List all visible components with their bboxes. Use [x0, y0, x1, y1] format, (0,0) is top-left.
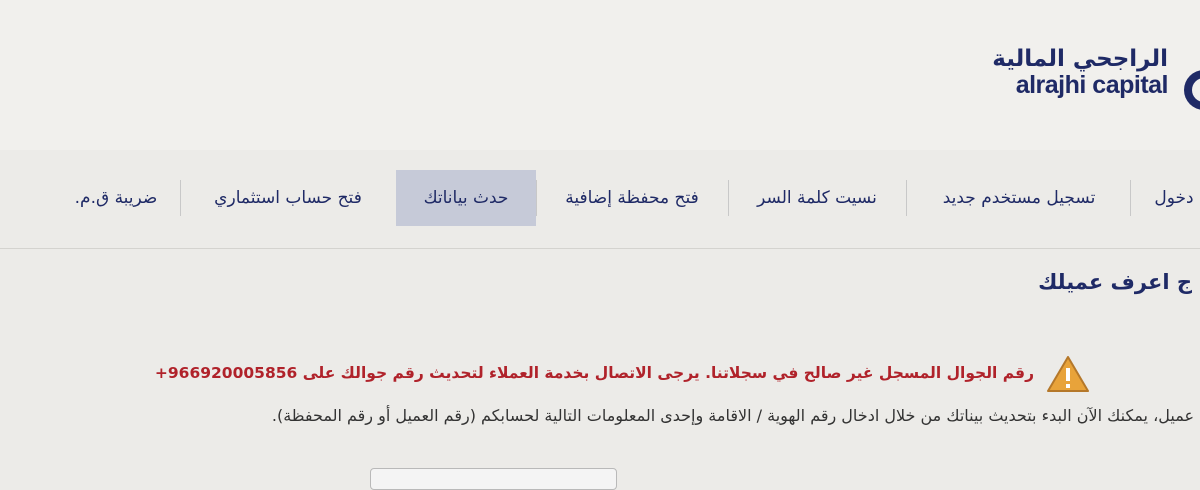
nav-separator: [728, 180, 729, 216]
divider: [0, 248, 1200, 249]
page-title: ج اعرف عميلك: [1038, 270, 1192, 294]
logo-english-text: alrajhi capital: [1015, 71, 1169, 99]
nav-item-register[interactable]: تسجيل مستخدم جديد: [912, 170, 1126, 226]
nav-item-open-investment-account[interactable]: فتح حساب استثماري: [186, 170, 390, 226]
nav-item-login[interactable]: دخول: [1134, 170, 1200, 226]
nav-separator: [1130, 180, 1131, 216]
nav-item-open-extra-portfolio[interactable]: فتح محفظة إضافية: [540, 170, 724, 226]
info-message: عميل، يمكنك الآن البدء بتحديث بيناتك من …: [271, 406, 1194, 425]
nav-separator: [536, 180, 537, 216]
logo-mark-icon: [1184, 70, 1200, 110]
main-nav: دخول تسجيل مستخدم جديد نسيت كلمة السر فت…: [0, 170, 1200, 228]
logo-arabic-text: الراجحي المالية: [992, 46, 1168, 72]
nav-item-forgot-password[interactable]: نسيت كلمة السر: [732, 170, 902, 226]
nav-separator: [906, 180, 907, 216]
warning-triangle-icon: [1047, 356, 1089, 392]
nav-item-update-data[interactable]: حدث بياناتك: [396, 170, 536, 226]
nav-separator: [180, 180, 181, 216]
error-message: رقم الجوال المسجل غير صالح في سجلاتنا. ي…: [154, 364, 1034, 382]
nav-item-vat[interactable]: ضريبة ق.م.: [56, 170, 176, 226]
alrajhi-capital-logo[interactable]: الراجحي المالية alrajhi capital: [992, 46, 1168, 98]
header-bar: الراجحي المالية alrajhi capital: [0, 0, 1200, 150]
input-field[interactable]: [370, 468, 617, 490]
